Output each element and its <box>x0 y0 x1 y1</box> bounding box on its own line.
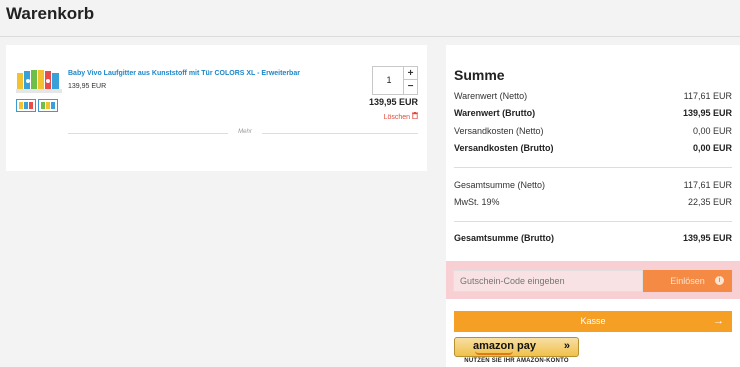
quantity-plus-button[interactable]: + <box>403 67 417 80</box>
summary-row-value: 22,35 EUR <box>687 197 732 207</box>
amazon-smile-icon <box>475 351 513 355</box>
product-name-link[interactable]: Baby Vivo Laufgitter aus Kunststoff mit … <box>68 70 300 77</box>
product-total-price: 139,95 EUR <box>368 97 418 107</box>
amazon-pay-tagline: NUTZEN SIE IHR AMAZON-KONTO <box>464 358 569 364</box>
redeem-label: Einlösen <box>670 276 705 286</box>
page-title: Warenkorb <box>6 4 95 23</box>
summary-row-label: Versandkosten (Netto) <box>454 126 544 136</box>
summary-row-label: Versandkosten (Brutto) <box>454 143 554 153</box>
coupon-section: Einlösen i <box>446 261 740 299</box>
trash-icon <box>412 112 418 120</box>
summary-row-value: 0,00 EUR <box>692 143 732 153</box>
summary-row-value: 117,61 EUR <box>683 180 732 190</box>
title-divider <box>0 36 740 37</box>
checkout-button[interactable]: Kasse → <box>454 311 732 332</box>
summary-row-value: 0,00 EUR <box>692 126 732 136</box>
divider <box>262 133 418 134</box>
summary-panel: Summe Warenwert (Netto) 117,61 EUR Waren… <box>446 45 740 367</box>
quantity-stepper: 1 + − <box>372 66 418 95</box>
summary-row-label: Warenwert (Brutto) <box>454 108 536 118</box>
summary-row-label: Warenwert (Netto) <box>454 91 528 101</box>
amazon-pay-button[interactable]: amazon pay » <box>454 337 579 357</box>
divider <box>68 133 228 134</box>
summary-row-value: 139,95 EUR <box>682 108 732 118</box>
summary-title: Summe <box>454 67 505 83</box>
summary-row-value: 139,95 EUR <box>682 233 732 243</box>
summary-row-label: MwSt. 19% <box>454 197 500 207</box>
more-toggle[interactable]: Mehr <box>228 129 262 135</box>
playpen-image <box>16 70 62 93</box>
product-unit-price: 139,95 EUR <box>68 83 107 90</box>
quantity-input[interactable]: 1 <box>373 67 405 94</box>
coupon-code-input[interactable] <box>453 270 643 292</box>
summary-row-label: Gesamtsumme (Netto) <box>454 180 546 190</box>
delete-button[interactable]: Löschen <box>384 112 418 121</box>
summary-row-label: Gesamtsumme (Brutto) <box>454 233 555 243</box>
product-thumbnail[interactable] <box>16 67 62 95</box>
product-thumbnail-small[interactable] <box>38 99 58 112</box>
delete-label: Löschen <box>383 114 411 121</box>
product-thumbnail-small[interactable] <box>16 99 36 112</box>
redeem-coupon-button[interactable]: Einlösen i <box>643 270 732 292</box>
checkout-label: Kasse <box>580 316 606 326</box>
double-chevron-icon: » <box>563 340 570 352</box>
arrow-right-icon: → <box>713 315 724 327</box>
info-icon[interactable]: i <box>715 276 724 285</box>
summary-row-value: 117,61 EUR <box>683 91 732 101</box>
cart-items-panel: Baby Vivo Laufgitter aus Kunststoff mit … <box>6 45 427 171</box>
divider <box>454 221 732 222</box>
quantity-minus-button[interactable]: − <box>403 80 417 94</box>
divider <box>454 167 732 168</box>
